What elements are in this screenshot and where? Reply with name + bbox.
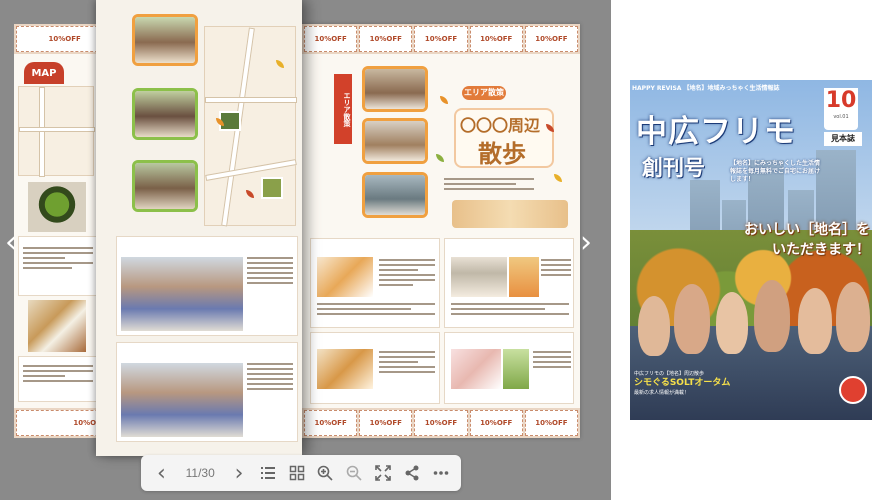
people-photo (362, 66, 428, 112)
zoom-in-button[interactable] (313, 461, 337, 485)
right-page: 10%OFF 10%OFF 10%OFF 10%OFF 10%OFF エリア散策… (302, 24, 580, 438)
cover-sample-label: 見本誌 (824, 132, 862, 146)
thumbnails-button[interactable] (285, 461, 309, 485)
title-main: 散歩 (478, 139, 526, 168)
coupon: 10%OFF (524, 26, 579, 52)
coupon: 10%OFF (359, 26, 413, 52)
cover-bottom-text: 中広フリモの【地名】周辺散歩 シモぐるSOLTオータム 最新の求人情報が満載！ (634, 370, 764, 397)
skyline-illustration (452, 200, 568, 228)
next-page-arrow[interactable]: › (580, 228, 592, 258)
grid-icon (289, 465, 304, 481)
cover-title: 中広フリモ (636, 114, 796, 150)
zoom-in-icon (318, 465, 333, 481)
coupon: 10%OFF (414, 410, 468, 436)
coupon: 10%OFF (359, 410, 413, 436)
list-icon (260, 467, 275, 479)
magazine-cover: HAPPY REVISA 【地名】地域みっちゃく生活情報誌 中広フリモ 10 v… (630, 80, 872, 420)
intro-text (444, 178, 534, 193)
coupon-strip-top: 10%OFF 10%OFF 10%OFF 10%OFF 10%OFF (302, 24, 580, 54)
table-of-contents-button[interactable] (256, 461, 280, 485)
matcha-photo (28, 182, 86, 232)
chevron-right-icon: › (234, 460, 244, 486)
prev-button[interactable]: ‹ (149, 460, 173, 486)
page-counter: 11/30 (185, 466, 215, 480)
shop-card (444, 238, 574, 328)
coupon: 10%OFF (304, 410, 358, 436)
cover-issue-badge: 10 vol.01 (824, 88, 858, 130)
people-photo (362, 118, 428, 164)
cover-badge (839, 376, 867, 404)
more-button[interactable] (429, 461, 453, 485)
shop-card (18, 236, 98, 296)
cover-header: HAPPY REVISA 【地名】地域みっちゃく生活情報誌 (632, 85, 780, 92)
viewer-toolbar: ‹ 11/30 › (141, 455, 461, 491)
cover-issue-vol: vol.01 (833, 114, 849, 120)
people-photo (362, 172, 428, 218)
map-badge: MAP (24, 62, 64, 84)
family-photo (132, 88, 198, 140)
chevron-left-icon: ‹ (156, 460, 166, 486)
cover-catchcopy-line1: おいしい［地名］を (744, 222, 870, 238)
cover-bottom-line1: 中広フリモの【地名】周辺散歩 (634, 371, 705, 377)
flipbook-stage: 10%OFF 10%OFF 10%OFF MAP 10%OFF 10%OFF 1… (0, 0, 611, 500)
cover-issue-number: 10 (825, 88, 857, 113)
shop-card (310, 332, 440, 404)
area-tag: エリア散策 (462, 86, 506, 100)
title-frame: 〇〇〇周辺 散歩 (454, 108, 554, 168)
cover-catchcopy: おいしい［地名］を いただきます！ (730, 220, 870, 260)
family-photo (132, 160, 198, 212)
map-area (18, 86, 95, 177)
shop-card (444, 332, 574, 404)
zoom-out-button[interactable] (342, 461, 366, 485)
coupon: 10%OFF (414, 26, 468, 52)
prev-page-arrow[interactable]: ‹ (5, 228, 17, 258)
shop-card (310, 238, 440, 328)
zoom-out-icon (346, 465, 362, 481)
shop-card (18, 356, 98, 402)
share-icon (405, 465, 419, 481)
more-icon (433, 471, 448, 475)
shop-card (116, 342, 298, 442)
coupon-strip-bottom: 10%OFF 10%OFF 10%OFF 10%OFF 10%OFF (302, 408, 580, 438)
shop-card (116, 236, 298, 336)
title-placeholder: 〇〇〇周辺 (460, 116, 541, 135)
coupon: 10%OFF (469, 410, 523, 436)
share-button[interactable] (400, 461, 424, 485)
coupon: 10%OFF (304, 26, 358, 52)
fullscreen-icon (375, 465, 391, 481)
family-photo (132, 14, 198, 66)
cover-description: 【地名】にみっちゃくした生活情報誌を毎月無料でご自宅にお届けします！ (730, 160, 821, 183)
cover-subtitle: 創刊号 (642, 156, 705, 180)
sweets-photo (28, 300, 86, 352)
cover-bottom-line3: 最新の求人情報が満載！ (634, 390, 690, 396)
flipping-page[interactable] (96, 0, 302, 456)
coupon: 10%OFF (469, 26, 523, 52)
section-label: エリア散策 (334, 74, 352, 144)
coupon: 10%OFF (524, 410, 579, 436)
cover-bottom-line2: シモぐるSOLTオータム (634, 378, 731, 388)
next-button[interactable]: › (227, 460, 251, 486)
cover-catchcopy-line2: いただきます！ (772, 242, 870, 258)
fullscreen-button[interactable] (371, 461, 395, 485)
